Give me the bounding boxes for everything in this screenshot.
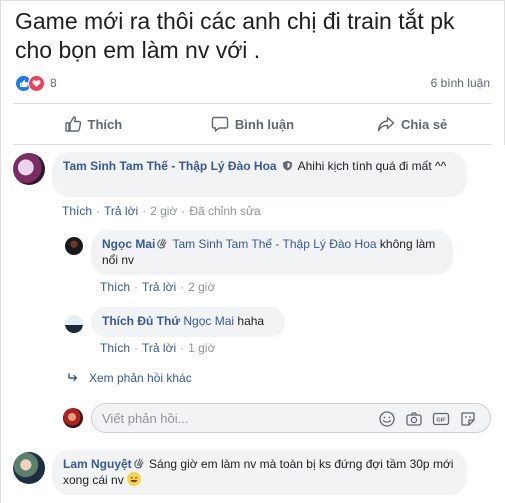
separator-dot: ·	[180, 280, 185, 294]
comment-section: Tam Sinh Tam Thế - Thập Lý Đào Hoa Ahihi…	[1, 145, 505, 503]
reply-reply-link[interactable]: Trả lời	[142, 280, 176, 294]
reply-mention[interactable]: Tam Sinh Tam Thế - Thập Lý Đào Hoa	[172, 237, 376, 251]
reply-reply-link[interactable]: Trả lời	[142, 341, 176, 355]
separator-dot: ·	[134, 280, 139, 294]
reaction-count: 8	[50, 76, 57, 90]
svg-text:GIF: GIF	[436, 418, 446, 424]
post-card: Game mới ra thôi các anh chị đi train tắ…	[0, 0, 505, 503]
more-replies-link[interactable]: Xem phản hồi khác	[67, 371, 192, 385]
like-button-label: Thích	[87, 116, 123, 132]
edited-label[interactable]: Đã chỉnh sửa	[189, 204, 260, 218]
more-replies-label: Xem phản hồi khác	[89, 371, 192, 385]
separator-dot: ·	[181, 204, 186, 218]
comment-author[interactable]: Lam Nguyệt	[63, 457, 132, 471]
reply-timestamp[interactable]: 1 giờ	[188, 341, 215, 355]
comment-button-label: Bình luận	[234, 116, 295, 132]
reply-timestamp[interactable]: 2 giờ	[188, 280, 215, 294]
reply-like-link[interactable]: Thích	[100, 280, 130, 294]
share-button-label: Chia sẻ	[401, 116, 448, 132]
sticker-icon[interactable]	[459, 410, 477, 428]
avatar[interactable]	[65, 315, 83, 333]
avatar[interactable]	[13, 452, 45, 484]
comment-reply-link[interactable]: Trả lời	[104, 204, 138, 218]
reply-meta: Thích · Trả lời · 2 giờ	[100, 280, 215, 294]
separator-dot: ·	[142, 204, 147, 218]
avatar[interactable]	[63, 408, 83, 428]
reply-like-link[interactable]: Thích	[100, 341, 130, 355]
love-icon	[28, 74, 45, 92]
post-text: Game mới ra thôi các anh chị đi train tắ…	[15, 8, 455, 63]
reply-composer: GIF	[91, 403, 491, 433]
comment-bubble: Lam Nguyệt Sáng giờ em làm nv mà toàn bị…	[52, 450, 467, 495]
reply-text: haha	[237, 314, 265, 328]
reply-mention[interactable]: Ngọc Mai	[183, 314, 234, 328]
reply-input[interactable]	[102, 410, 372, 427]
reply-meta: Thích · Trả lời · 1 giờ	[100, 341, 215, 355]
action-bar: Thích Bình luận Chia sẻ	[13, 104, 492, 144]
avatar[interactable]	[13, 153, 45, 185]
comment-meta: Thích · Trả lời · 2 giờ · Đã chỉnh sửa	[62, 204, 261, 218]
reply-bubble: Thích Đủ Thứ Ngọc Mai haha	[91, 307, 285, 337]
share-arrow-icon	[377, 116, 395, 132]
comment-text: Ahihi kịch tính quá đi mất ^^	[297, 159, 447, 173]
grinning-emoji-icon	[127, 472, 142, 486]
comment-timestamp[interactable]: 2 giờ	[150, 204, 177, 218]
separator-dot: ·	[96, 204, 101, 218]
like-button[interactable]: Thích	[13, 104, 173, 144]
comment-author[interactable]: Tam Sinh Tam Thế - Thập Lý Đào Hoa	[63, 159, 277, 173]
reply-arrow-icon	[68, 373, 78, 382]
separator-dot: ·	[180, 341, 185, 355]
speech-bubble-icon	[211, 116, 229, 132]
wave-hand-icon	[157, 238, 167, 249]
thumbs-up-icon	[64, 116, 81, 132]
share-button[interactable]: Chia sẻ	[332, 104, 492, 144]
reply-author[interactable]: Thích Đủ Thứ	[102, 314, 180, 328]
gif-icon[interactable]: GIF	[432, 410, 450, 428]
reply-bubble: Ngọc Mai Tam Sinh Tam Thế - Thập Lý Đào …	[91, 230, 453, 275]
camera-icon[interactable]	[405, 410, 423, 428]
comment-like-link[interactable]: Thích	[62, 204, 92, 218]
comment-count[interactable]: 6 bình luận	[431, 76, 490, 90]
reply-author[interactable]: Ngọc Mai	[102, 237, 155, 251]
wave-hand-icon	[133, 458, 144, 469]
comment-bubble: Tam Sinh Tam Thế - Thập Lý Đào Hoa Ahihi…	[52, 152, 467, 197]
comment-button[interactable]: Bình luận	[173, 104, 333, 144]
shield-icon	[283, 160, 292, 171]
emoji-icon[interactable]	[378, 410, 396, 428]
avatar[interactable]	[65, 237, 83, 255]
reactions-summary[interactable]: 8	[15, 74, 57, 92]
separator-dot: ·	[134, 341, 139, 355]
